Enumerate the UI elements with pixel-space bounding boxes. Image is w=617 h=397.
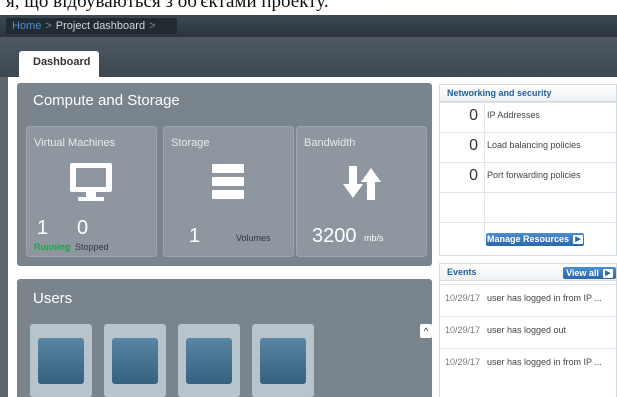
stopped-count: 0 xyxy=(77,217,89,239)
breadcrumb: Home > Project dashboard > xyxy=(6,18,177,34)
view-all-button[interactable]: View all ▶ xyxy=(563,267,616,279)
event-date: 10/29/17 xyxy=(445,325,481,335)
volumes-label: Volumes xyxy=(236,233,271,243)
ip-label: IP Addresses xyxy=(487,110,540,120)
list-item[interactable]: 0 Port forwarding policies xyxy=(440,162,616,193)
list-item[interactable]: 10/29/17 user has logged in from IP ... xyxy=(440,284,616,315)
play-arrow-icon: ▶ xyxy=(602,269,613,279)
compute-storage-panel: Compute and Storage Virtual Machines 1 R… xyxy=(17,83,432,266)
event-text: user has logged in from IP ... xyxy=(487,357,602,367)
breadcrumb-home-link[interactable]: Home xyxy=(12,20,41,32)
up-down-arrows-icon xyxy=(343,166,381,200)
view-all-label: View all xyxy=(566,268,599,278)
running-count: 1 xyxy=(37,217,49,239)
user-silhouette-icon xyxy=(260,338,306,384)
event-text: user has logged in from IP ... xyxy=(487,293,602,303)
manage-resources-button[interactable]: Manage Resources ▶ xyxy=(486,233,584,246)
event-date: 10/29/17 xyxy=(445,357,481,367)
lb-count: 0 xyxy=(469,137,478,154)
list-item[interactable]: 10/29/17 user has logged in from IP ... xyxy=(440,348,616,379)
volumes-count: 1 xyxy=(189,225,201,247)
list-item[interactable]: 0 Load balancing policies xyxy=(440,132,616,163)
user-silhouette-icon xyxy=(112,338,158,384)
breadcrumb-separator: > xyxy=(149,20,156,32)
networking-title: Networking and security xyxy=(440,85,616,102)
breadcrumb-current[interactable]: Project dashboard xyxy=(56,20,145,32)
list-item xyxy=(440,192,616,223)
panel-title: Users xyxy=(33,290,73,307)
user-avatar[interactable] xyxy=(104,324,166,397)
breadcrumb-separator: > xyxy=(45,20,52,32)
storage-stack-icon xyxy=(212,164,244,199)
pf-label: Port forwarding policies xyxy=(487,170,581,180)
list-item: Manage Resources ▶ xyxy=(440,222,616,257)
storage-tile[interactable]: Storage 1 Volumes xyxy=(163,126,294,257)
bandwidth-tile[interactable]: Bandwidth 3200 mb/s xyxy=(296,126,427,257)
user-avatar[interactable] xyxy=(178,324,240,397)
manage-resources-label: Manage Resources xyxy=(486,234,570,244)
list-item[interactable]: 10/29/17 user has logged out xyxy=(440,316,616,347)
stopped-label: Stopped xyxy=(75,242,109,252)
user-avatar[interactable] xyxy=(30,324,92,397)
top-navigation-bar: Home > Project dashboard > xyxy=(0,15,617,37)
virtual-machines-tile[interactable]: Virtual Machines 1 Running 0 Stopped xyxy=(26,126,157,257)
tile-label: Bandwidth xyxy=(304,137,356,149)
scroll-up-icon[interactable]: ^ xyxy=(420,324,432,338)
list-item[interactable]: 0 IP Addresses xyxy=(440,102,616,133)
event-text: user has logged out xyxy=(487,325,567,335)
event-date: 10/29/17 xyxy=(445,293,481,303)
panel-title: Compute and Storage xyxy=(33,92,180,109)
user-avatar[interactable] xyxy=(252,324,314,397)
events-panel: Events View all ▶ 10/29/17 user has logge… xyxy=(439,263,617,397)
networking-panel: Networking and security 0 IP Addresses 0… xyxy=(439,84,617,256)
user-silhouette-icon xyxy=(186,338,232,384)
pf-count: 0 xyxy=(469,167,478,184)
tile-label: Storage xyxy=(171,137,210,149)
monitor-icon xyxy=(70,163,112,201)
tab-dashboard[interactable]: Dashboard xyxy=(19,51,99,77)
ip-count: 0 xyxy=(469,107,478,124)
play-arrow-icon: ▶ xyxy=(573,235,584,245)
document-caption: я, що відбуваються з об'єктами проекту. xyxy=(0,0,617,15)
bandwidth-value: 3200 xyxy=(312,225,357,247)
bandwidth-unit: mb/s xyxy=(364,233,384,243)
running-label: Running xyxy=(34,242,71,252)
lb-label: Load balancing policies xyxy=(487,140,581,150)
tile-label: Virtual Machines xyxy=(34,137,116,149)
user-silhouette-icon xyxy=(38,338,84,384)
